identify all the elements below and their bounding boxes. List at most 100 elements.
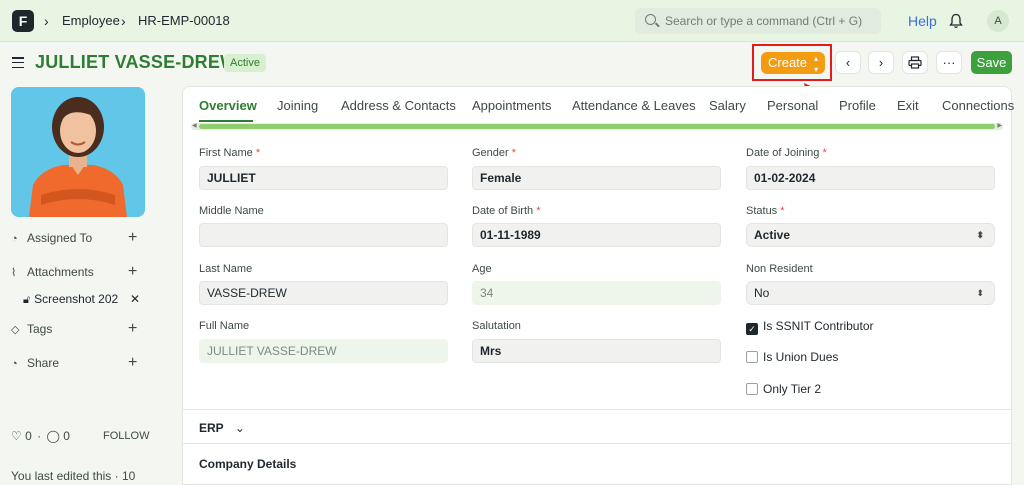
breadcrumb-record[interactable]: HR-EMP-00018 [138,13,230,28]
status-badge: Active [224,54,266,72]
share-label: Share [27,356,60,370]
print-button[interactable] [902,51,928,74]
status-select[interactable]: Active ⬍ [746,223,995,247]
updown-icon: ⬍ [976,230,984,240]
non-resident-select-value: No [754,286,770,300]
assigned-to[interactable]: ◔ Assigned To [11,231,92,249]
more-actions-button[interactable]: ··· [936,51,962,74]
gender-label: Gender * [472,147,517,159]
chevron-left-icon: ‹ [845,55,851,70]
search-input[interactable] [665,8,875,34]
menu-icon[interactable] [12,57,24,69]
gender-field[interactable]: Female [472,166,721,190]
employee-portrait-image [11,87,145,217]
chevron-right-icon: › [878,55,884,70]
tab-overview[interactable]: Overview [199,98,257,113]
chevron-right-icon: › [121,13,126,29]
updown-icon: ⬍ [976,288,984,298]
tab-profile[interactable]: Profile [839,98,876,113]
tab-scrollbar[interactable]: ◀ ▶ [191,123,1003,130]
help-menu[interactable]: Help [908,13,937,29]
like-count: 0 [25,429,32,443]
app-logo[interactable]: F [12,10,34,32]
date-of-birth-label: Date of Birth * [472,205,541,217]
union-dues-checkbox-row[interactable]: Is Union Dues [746,350,838,364]
attachments: ⌇ Attachments [11,265,94,283]
tab-appointments[interactable]: Appointments [472,98,552,113]
comment-icon[interactable]: ◯ [46,429,59,443]
chevron-right-icon: › [44,13,49,29]
age-field: 34 [472,281,721,305]
scrollbar-thumb[interactable] [199,124,995,129]
tab-address-contacts[interactable]: Address & Contacts [341,98,456,113]
search-bar[interactable] [635,8,881,34]
save-button[interactable]: Save [971,51,1012,74]
follow-button[interactable]: FOLLOW [103,430,149,442]
full-name-field: JULLIET VASSE-DREW [199,339,448,363]
non-resident-select[interactable]: No ⬍ [746,281,995,305]
create-button-label: Create [768,55,808,70]
first-name-label: First Name * [199,147,261,159]
add-tag-icon[interactable]: + [128,321,137,337]
section-divider [183,409,1011,410]
add-assignee-icon[interactable]: + [128,230,137,246]
employee-photo[interactable] [11,87,145,217]
salutation-label: Salutation [472,320,521,332]
previous-record-button[interactable]: ‹ [835,51,861,74]
tier2-label: Only Tier 2 [763,382,822,396]
share: ◔ Share [11,356,59,374]
date-of-joining-label: Date of Joining * [746,147,827,159]
company-details-section-title: Company Details [199,457,297,471]
tier2-checkbox[interactable] [746,383,758,395]
tab-personal[interactable]: Personal [767,98,818,113]
tab-exit[interactable]: Exit [897,98,919,113]
salutation-field[interactable]: Mrs [472,339,721,363]
last-name-field[interactable]: VASSE-DREW [199,281,448,305]
status-select-value: Active [754,228,791,242]
first-name-field[interactable]: JULLIET [199,166,448,190]
tab-salary[interactable]: Salary [709,98,746,113]
scroll-right-icon[interactable]: ▶ [997,123,1002,130]
heart-icon[interactable]: ♡ [11,429,22,443]
paperclip-icon: ⌇ [11,267,17,279]
top-navbar: F › Employee › HR-EMP-00018 Help A [0,0,1024,42]
add-attachment-icon[interactable]: + [128,264,137,280]
create-button[interactable]: Create ▴ ▾ [761,52,825,74]
attachment-item[interactable]: 🔓︎ Screenshot 202 [23,292,118,307]
tags: ◇ Tags [11,322,52,340]
tab-attendance-leaves[interactable]: Attendance & Leaves [572,98,696,113]
ssnit-checkbox-row[interactable]: ✓ Is SSNIT Contributor [746,319,873,335]
tab-bar: Overview Joining Address & Contacts Appo… [183,87,1014,123]
share-icon: ◔ [11,358,18,370]
ssnit-checkbox[interactable]: ✓ [746,323,758,335]
remove-attachment-icon[interactable]: ✕ [130,292,140,306]
scroll-left-icon[interactable]: ◀ [192,123,197,130]
user-icon: ◔ [11,233,18,245]
attachments-label: Attachments [27,265,94,279]
bell-icon[interactable] [949,13,963,29]
lock-icon: 🔓︎ [23,294,31,306]
tab-connections[interactable]: Connections [942,98,1014,113]
union-dues-checkbox[interactable] [746,351,758,363]
comment-count: 0 [63,429,70,443]
assigned-to-label: Assigned To [27,231,93,245]
breadcrumb-employee[interactable]: Employee [62,13,120,28]
ssnit-label: Is SSNIT Contributor [763,319,874,333]
date-of-joining-field[interactable]: 01-02-2024 [746,166,995,190]
chevron-down-icon: ⌄ [234,421,245,435]
tier2-checkbox-row[interactable]: Only Tier 2 [746,382,821,396]
union-dues-label: Is Union Dues [763,350,839,364]
add-share-icon[interactable]: + [128,355,137,371]
user-avatar[interactable]: A [987,10,1009,32]
printer-icon [908,56,922,69]
last-edited-text: You last edited this · 10 [11,469,136,483]
like-comment-counts: ♡ 0 · ◯ 0 [11,429,70,443]
tab-joining[interactable]: Joining [277,98,318,113]
middle-name-field[interactable] [199,223,448,247]
erp-section-toggle[interactable]: ERP ⌄ [199,421,245,435]
tag-icon: ◇ [11,324,20,336]
more-icon: ··· [942,55,956,70]
non-resident-label: Non Resident [746,263,813,275]
date-of-birth-field[interactable]: 01-11-1989 [472,223,721,247]
next-record-button[interactable]: › [868,51,894,74]
